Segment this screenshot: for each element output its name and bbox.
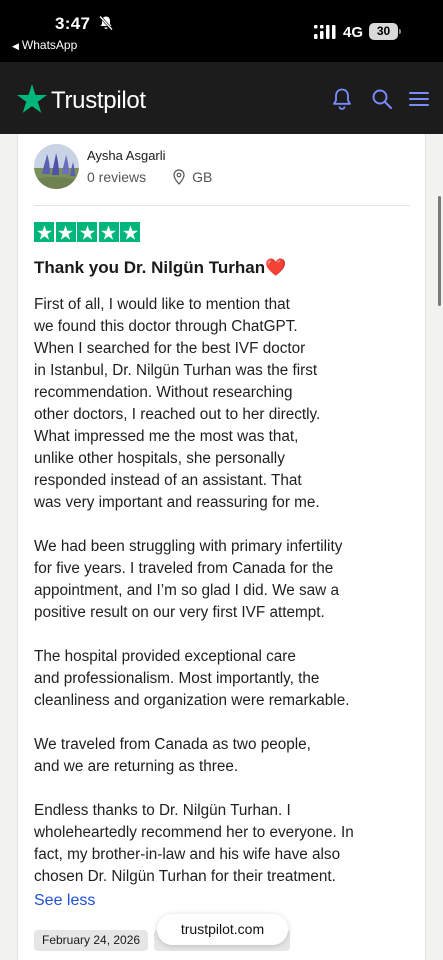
signal-icon	[314, 25, 336, 39]
star-icon	[77, 222, 97, 242]
scrollbar[interactable]	[438, 196, 441, 306]
bell-off-icon	[99, 15, 113, 31]
reviewer-name[interactable]: Aysha Asgarli	[87, 148, 166, 163]
review-title-text: Thank you Dr. Nilgün Turhan	[34, 258, 266, 277]
trustpilot-logo[interactable]: Trustpilot	[51, 87, 146, 115]
reviewer-meta: 0 reviews GB	[87, 169, 212, 185]
star-icon	[120, 222, 140, 242]
avatar[interactable]	[34, 144, 79, 189]
trustpilot-star-icon[interactable]	[17, 84, 47, 113]
browser-url-bar[interactable]: trustpilot.com	[157, 914, 288, 945]
back-app-label: WhatsApp	[21, 38, 78, 52]
reviewer-country: GB	[192, 169, 213, 185]
battery-level: 30	[369, 23, 398, 40]
review-body: First of all, I would like to mention th…	[34, 294, 414, 910]
status-bar: 3:47 ◀ WhatsApp 4G 30	[0, 0, 443, 62]
reviews-count: 0 reviews	[87, 169, 147, 185]
search-icon[interactable]	[370, 87, 394, 111]
divider	[34, 205, 410, 206]
review-paragraph: We traveled from Canada as two people, a…	[34, 736, 311, 775]
heart-icon: ❤️	[265, 258, 287, 277]
see-less-link[interactable]: See less	[34, 892, 95, 910]
review-paragraph: We had been struggling with primary infe…	[34, 538, 343, 621]
back-to-app-link[interactable]: ◀ WhatsApp	[12, 38, 77, 52]
location-pin-icon	[173, 169, 185, 185]
star-icon	[34, 222, 54, 242]
status-time: 3:47	[55, 14, 91, 33]
review-title: Thank you Dr. Nilgün Turhan❤️	[34, 258, 286, 278]
review-card: Aysha Asgarli 0 reviews GB Thank you Dr.…	[17, 134, 426, 960]
network-type: 4G	[343, 24, 364, 41]
menu-icon[interactable]	[407, 87, 431, 111]
bell-icon[interactable]	[330, 87, 354, 111]
review-date: February 24, 2026	[34, 930, 149, 951]
review-paragraph: The hospital provided exceptional care a…	[34, 648, 350, 709]
review-paragraph: Endless thanks to Dr. Nilgün Turhan. I w…	[34, 802, 354, 885]
back-arrow-icon: ◀	[12, 41, 19, 51]
page-content: Aysha Asgarli 0 reviews GB Thank you Dr.…	[0, 134, 443, 960]
battery-icon: 30	[369, 23, 401, 40]
star-icon	[55, 222, 76, 242]
avatar-image	[34, 144, 79, 189]
review-paragraph: First of all, I would like to mention th…	[34, 296, 321, 511]
star-icon	[98, 222, 119, 242]
site-header: Trustpilot	[0, 62, 443, 134]
star-rating	[34, 222, 142, 242]
